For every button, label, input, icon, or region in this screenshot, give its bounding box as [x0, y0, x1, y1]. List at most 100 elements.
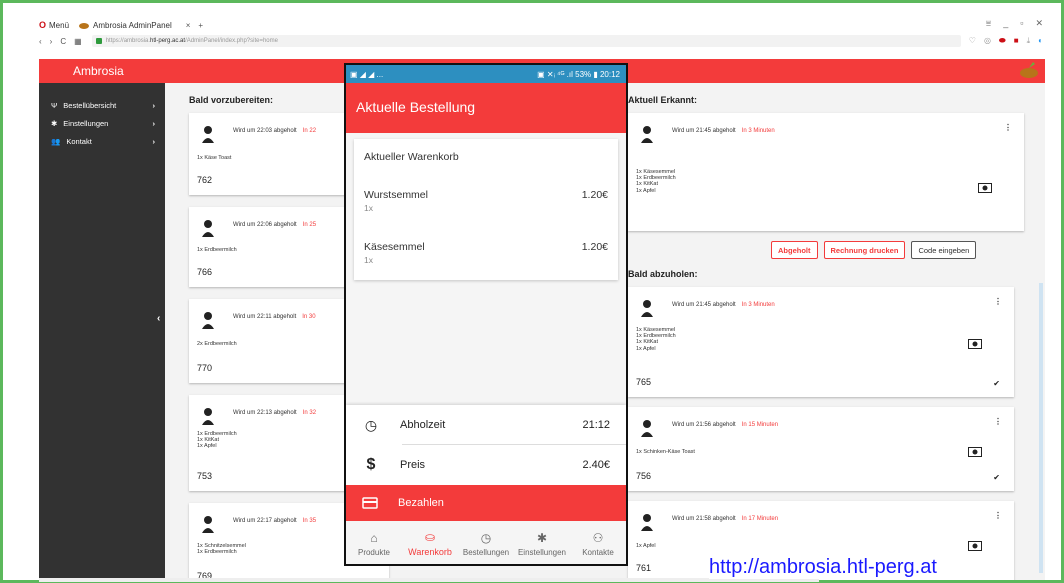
more-menu-icon[interactable]: ⋮: [994, 417, 1002, 426]
window-controls: ⩸ _ ▫ ✕: [986, 18, 1043, 29]
horizontal-scrollbar[interactable]: [39, 578, 819, 582]
browser-tab-bar: O Menü Ambrosia AdminPanel × + ⩸ _ ▫ ✕: [39, 18, 1043, 32]
footer-url: http://ambrosia.htl-perg.at: [709, 556, 937, 579]
dollar-icon: $: [366, 456, 376, 473]
phone-title: Aktuelle Bestellung: [356, 99, 476, 115]
order-items: 1x Käsesemmel 1x Erdbeermilch 1x KitKat 1x …: [636, 169, 676, 194]
pickup-time-row[interactable]: ◷ Abholzeit 21:12: [346, 405, 626, 445]
menu-label[interactable]: Menü: [49, 21, 69, 30]
sidebar-item-bestelluebersicht[interactable]: Ψ Bestellübersicht ›: [51, 101, 155, 110]
url-path: /AdminPanel/index.php?site=home: [185, 38, 278, 44]
price-value: 2.40€: [582, 459, 610, 471]
opera-icon[interactable]: O: [39, 20, 46, 30]
new-tab-button[interactable]: +: [198, 21, 203, 30]
sidebar-item-kontakt[interactable]: 👥 Kontakt ›: [51, 137, 155, 146]
cart-item[interactable]: Käsesemmel 1x 1.20€: [364, 241, 608, 265]
ambrosia-favicon-icon: [79, 23, 90, 29]
nav-kontakte[interactable]: ⚇ Kontakte: [570, 521, 626, 564]
phone-mockup: ▣ ◢ ◢ ... ▣ ✕ᵢ ⁴ᴳ .ıl 53% ▮ 20:12 Aktuel…: [344, 63, 628, 566]
vpn-icon[interactable]: ◎: [984, 36, 991, 46]
order-number: 753: [197, 471, 213, 481]
cart-item[interactable]: Wurstsemmel 1x 1.20€: [364, 189, 608, 213]
nav-einstellungen[interactable]: ✱ Einstellungen: [514, 521, 570, 564]
pickup-text: Wird um 21:58 abgeholt In 17 Minuten: [672, 516, 779, 522]
recognized-order-card[interactable]: Wird um 21:45 abgeholt In 3 Minuten ⋮ 1x …: [628, 113, 1024, 231]
pickup-time-value: 21:12: [582, 419, 610, 431]
maximize-icon[interactable]: ▫: [1020, 18, 1023, 29]
sidebar-item-label: Bestellübersicht: [63, 101, 117, 110]
sidebar-item-einstellungen[interactable]: ✱ Einstellungen ›: [51, 119, 155, 128]
sidebar: Ψ Bestellübersicht › ✱ Einstellungen › 👥…: [39, 83, 165, 580]
sync-icon[interactable]: ◐: [1038, 36, 1043, 46]
phone-status-bar: ▣ ◢ ◢ ... ▣ ✕ᵢ ⁴ᴳ .ıl 53% ▮ 20:12: [346, 65, 626, 83]
pickup-text: Wird um 22:06 abgeholt In 25: [233, 222, 317, 228]
contacts-icon: ⚇: [592, 530, 604, 545]
minimize-icon[interactable]: _: [1003, 18, 1008, 29]
status-right: ▣ ✕ᵢ ⁴ᴳ .ıl 53% ▮ 20:12: [537, 69, 620, 79]
users-icon: 👥: [51, 137, 61, 146]
forward-icon[interactable]: ›: [50, 37, 53, 46]
order-items: 1x Schnitzelsemmel 1x Erdbeermilch: [197, 543, 246, 556]
nav-bestellungen[interactable]: ◷ Bestellungen: [458, 521, 514, 564]
scrollbar[interactable]: [1039, 283, 1043, 573]
close-tab-icon[interactable]: ×: [186, 21, 191, 30]
more-menu-icon[interactable]: ⋮: [994, 511, 1002, 520]
avatar-icon: [641, 514, 653, 531]
nav-warenkorb[interactable]: ⛀ Warenkorb: [402, 521, 458, 564]
price-row: $ Preis 2.40€: [346, 445, 626, 485]
pay-button[interactable]: Bezahlen: [346, 485, 626, 521]
order-number: 765: [636, 377, 652, 387]
order-number: 762: [197, 175, 213, 185]
checkmark-icon[interactable]: ✔: [993, 473, 1000, 482]
browser-tab[interactable]: Ambrosia AdminPanel ×: [79, 21, 190, 30]
order-number: 766: [197, 267, 213, 277]
filter-icon[interactable]: ⩸: [986, 18, 991, 29]
pickup-soon-title: Bald abzuholen:: [628, 269, 698, 279]
pickup-text: Wird um 21:45 abgeholt In 3 Minuten: [672, 302, 775, 308]
pickup-order-card[interactable]: Wird um 21:56 abgeholt In 15 Minuten ⋮ 1x…: [628, 407, 1014, 491]
print-invoice-button[interactable]: Rechnung drucken: [823, 241, 906, 259]
pickup-order-card[interactable]: Wird um 21:45 abgeholt In 3 Minuten ⋮ 1x …: [628, 287, 1014, 397]
more-menu-icon[interactable]: ⋮: [994, 297, 1002, 306]
close-window-icon[interactable]: ✕: [1035, 18, 1043, 29]
more-menu-icon[interactable]: ⋮: [1004, 123, 1012, 132]
collapse-sidebar-icon[interactable]: ‹: [157, 313, 160, 324]
nav-produkte[interactable]: ⌂ Produkte: [346, 521, 402, 564]
order-number: 756: [636, 471, 652, 481]
tab-title: Ambrosia AdminPanel: [93, 20, 172, 30]
gear-icon: ✱: [51, 119, 58, 128]
cart-card: Aktueller Warenkorb Wurstsemmel 1x 1.20€…: [354, 139, 618, 280]
download-icon[interactable]: ⤓: [1027, 36, 1031, 46]
pickup-text: Wird um 22:11 abgeholt In 30: [233, 314, 316, 320]
cart-item-name: Wurstsemmel: [364, 189, 428, 201]
enter-code-button[interactable]: Code eingeben: [911, 241, 977, 259]
browser-nav-bar: ‹ › C ▦ https://ambrosia. htl-perg.ac.at /…: [39, 33, 1043, 49]
order-items: 1x Erdbeermilch: [197, 247, 237, 253]
avatar-icon: [202, 220, 214, 237]
back-icon[interactable]: ‹: [39, 37, 42, 46]
order-items: 2x Erdbeermilch: [197, 341, 237, 347]
speed-dial-icon[interactable]: ▦: [74, 37, 82, 46]
recognized-title: Aktuell Erkannt:: [628, 95, 698, 105]
gear-icon: ✱: [536, 530, 548, 545]
cash-icon: [978, 183, 992, 193]
picked-up-button[interactable]: Abgeholt: [771, 241, 818, 259]
heart-icon[interactable]: ♡: [969, 36, 976, 46]
extension-icon[interactable]: ■: [1014, 36, 1019, 46]
avatar-icon: [641, 420, 653, 437]
adblock-icon[interactable]: ⬬: [999, 36, 1006, 46]
brand-title[interactable]: Ambrosia: [73, 64, 124, 78]
pickup-text: Wird um 22:17 abgeholt In 35: [233, 518, 317, 524]
address-bar[interactable]: https://ambrosia. htl-perg.ac.at/AdminPan…: [91, 35, 961, 47]
phone-app-bar: Aktuelle Bestellung: [346, 83, 626, 133]
clock-icon: ◷: [480, 530, 492, 545]
reload-icon[interactable]: C: [60, 37, 66, 46]
cart-item-price: 1.20€: [581, 241, 608, 253]
action-buttons: Abgeholt Rechnung drucken Code eingeben: [771, 241, 977, 259]
chevron-right-icon: ›: [152, 137, 156, 146]
left-column-title: Bald vorzubereiten:: [189, 95, 274, 105]
pickup-text: Wird um 22:13 abgeholt In 32: [233, 410, 317, 416]
checkmark-icon[interactable]: ✔: [993, 379, 1000, 388]
price-label: Preis: [400, 459, 426, 471]
cart-item-price: 1.20€: [581, 189, 608, 201]
